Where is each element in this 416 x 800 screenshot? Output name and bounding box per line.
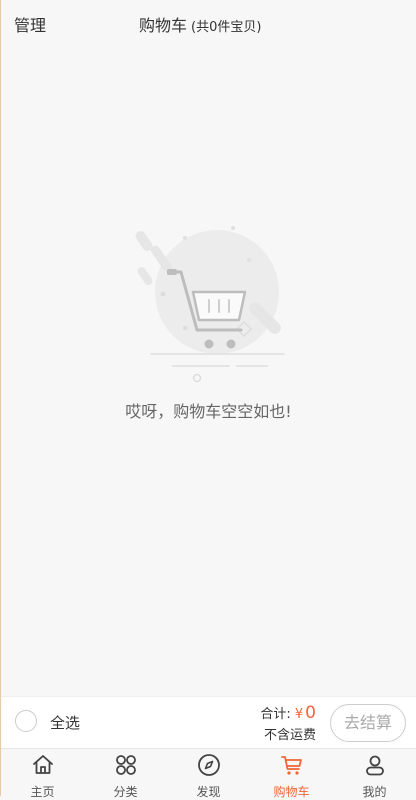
compass-icon	[197, 754, 220, 776]
shipping-note: 不含运费	[263, 728, 316, 743]
total-label: 合计:	[260, 707, 291, 722]
tab-label-category: 分类	[113, 785, 138, 799]
tab-profile[interactable]: 我的	[333, 749, 416, 799]
tab-discover[interactable]: 发现	[167, 749, 250, 799]
checkout-button[interactable]: 去结算	[330, 704, 406, 742]
select-all-label[interactable]: 全选	[50, 712, 80, 733]
empty-cart-message: 哎呀，购物车空空如也!	[125, 402, 292, 421]
page-title-text: 购物车	[139, 16, 188, 35]
item-count: (共0件宝贝)	[191, 20, 262, 35]
total-line: 合计: ¥0	[260, 703, 316, 723]
tab-cart[interactable]: 购物车	[250, 749, 333, 799]
home-icon	[32, 755, 53, 774]
select-all-checkbox[interactable]	[15, 710, 37, 732]
manage-button[interactable]: 管理	[14, 12, 46, 36]
currency-symbol: ¥	[294, 707, 304, 722]
bottom-tabbar: 主页 分类 发现 购物车 我的	[1, 748, 416, 799]
header: 管理 购物车 (共0件宝贝)	[1, 0, 416, 46]
cart-icon	[280, 756, 302, 775]
tab-label-home: 主页	[30, 785, 55, 799]
checkout-bar: 全选 合计: ¥0 不含运费 去结算	[1, 696, 416, 749]
tab-label-cart: 购物车	[273, 785, 310, 799]
total-amount: 0	[305, 703, 316, 723]
page-title: 购物车 (共0件宝贝)	[139, 12, 261, 36]
user-icon	[365, 755, 384, 776]
tab-home[interactable]: 主页	[1, 749, 84, 799]
category-icon	[115, 755, 136, 775]
empty-cart-illustration	[135, 226, 285, 383]
tab-label-discover: 发现	[196, 785, 221, 799]
tab-label-profile: 我的	[362, 785, 387, 799]
tab-category[interactable]: 分类	[84, 749, 167, 799]
